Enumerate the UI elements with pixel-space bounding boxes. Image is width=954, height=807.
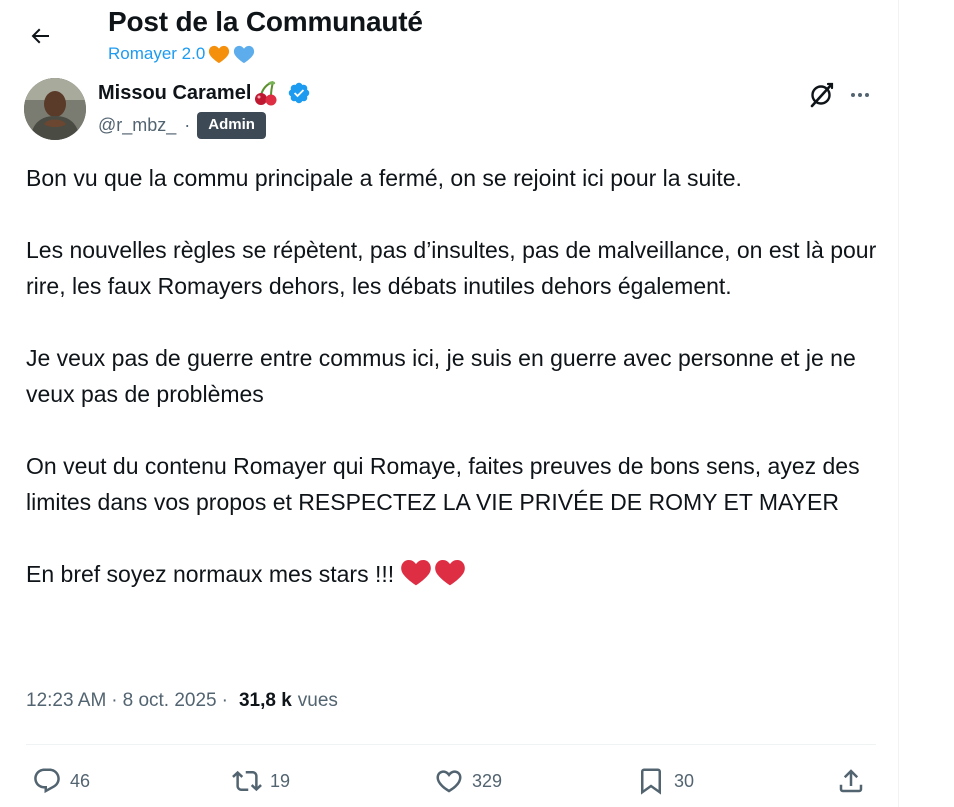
page-title: Post de la Communauté <box>108 6 423 37</box>
post-date[interactable]: 8 oct. 2025 <box>123 690 217 712</box>
more-options-button[interactable] <box>843 78 877 112</box>
red-heart-icon <box>401 560 431 586</box>
views-count: 31,8 k <box>238 690 292 711</box>
blue-heart-icon <box>234 45 255 64</box>
heart-outline-icon <box>436 770 462 793</box>
bookmark-count: 30 <box>674 770 695 791</box>
bookmark-button[interactable]: 30 <box>636 758 694 804</box>
cherries-icon <box>255 81 277 106</box>
author-handle-row: @r_mbz_ · Admin <box>98 112 266 139</box>
reply-button[interactable]: 46 <box>32 758 90 804</box>
arrow-left-icon <box>31 28 49 44</box>
post-column: Post de la Communauté Romayer 2.0 Missou… <box>0 0 898 807</box>
post-meta: 12:23 AM · 8 oct. 2025 · 31,8 k vues <box>26 690 338 712</box>
meta-separator: · <box>221 690 228 711</box>
post-paragraph: Je veux pas de guerre entre commus ici, … <box>26 345 856 407</box>
verified-badge-icon <box>287 81 311 105</box>
page-header: Post de la Communauté Romayer 2.0 <box>0 0 898 72</box>
like-button[interactable]: 329 <box>434 758 502 804</box>
community-name: Romayer 2.0 <box>108 44 206 63</box>
back-button[interactable] <box>20 16 60 56</box>
meta-separator: · <box>111 690 118 711</box>
repost-icon <box>232 770 262 792</box>
grok-icon <box>810 82 834 108</box>
bookmark-icon <box>641 768 661 795</box>
action-bar: 46 19 329 30 <box>0 758 898 804</box>
divider <box>26 744 876 745</box>
like-count: 329 <box>472 770 503 791</box>
post-text: Bon vu que la commu principale a fermé, … <box>26 160 886 592</box>
orange-heart-icon <box>209 45 230 64</box>
author-handle[interactable]: @r_mbz_ <box>98 115 176 136</box>
author-name: Missou Caramel <box>98 81 252 104</box>
post-paragraph-text: En bref soyez normaux mes stars !!! <box>26 561 395 587</box>
reply-count: 46 <box>70 770 91 791</box>
reply-icon <box>34 768 60 794</box>
avatar[interactable] <box>24 78 86 140</box>
post-paragraph-last: En bref soyez normaux mes stars !!! <box>26 556 886 592</box>
admin-badge: Admin <box>197 112 266 139</box>
post-time[interactable]: 12:23 AM <box>26 690 106 712</box>
more-horizontal-icon <box>851 93 869 97</box>
column-border <box>898 0 899 807</box>
grok-button[interactable] <box>804 78 838 112</box>
post-paragraph: Les nouvelles règles se répètent, pas d’… <box>26 237 877 299</box>
repost-count: 19 <box>270 770 291 791</box>
post-paragraph: Bon vu que la commu principale a fermé, … <box>26 165 742 191</box>
community-link[interactable]: Romayer 2.0 <box>108 44 255 64</box>
handle-separator: · <box>184 115 191 135</box>
share-button[interactable] <box>836 758 866 804</box>
author-name-row[interactable]: Missou Caramel <box>98 80 311 106</box>
post-paragraph: On veut du contenu Romayer qui Romaye, f… <box>26 453 860 515</box>
views-label: vues <box>297 690 338 711</box>
share-icon <box>839 769 863 793</box>
hearts-emoji-group <box>400 557 466 587</box>
repost-button[interactable]: 19 <box>232 758 290 804</box>
red-heart-icon <box>435 560 465 586</box>
avatar-photo <box>24 78 86 140</box>
